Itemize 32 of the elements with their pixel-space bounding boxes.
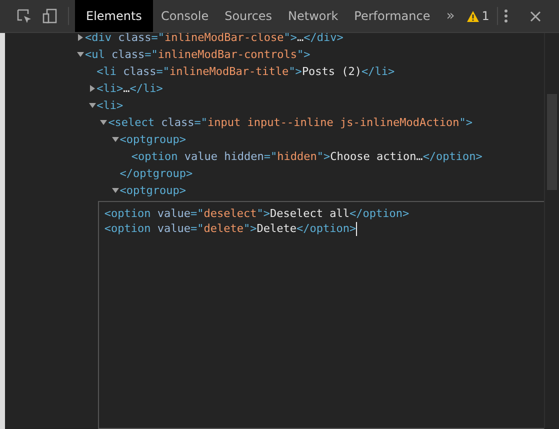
code-line: <li>	[96, 99, 124, 112]
device-icon[interactable]	[42, 8, 58, 24]
code-line: <select class="input input--inline js-inlineModAction">	[108, 116, 472, 129]
panel-tab[interactable]: Elements	[75, 0, 153, 32]
code-line: <ul class="inlineModBar-controls">	[85, 48, 310, 61]
code-line: </optgroup>	[120, 167, 193, 180]
code-line: <optgroup>	[120, 133, 186, 146]
more-tabs-button[interactable]: »	[440, 8, 461, 24]
panel-tab[interactable]: Sources	[216, 0, 280, 32]
expanded-arrow-icon[interactable]	[88, 102, 96, 109]
panel-tab[interactable]: Performance	[346, 0, 438, 32]
warnings-button[interactable]: 1	[460, 9, 498, 23]
expanded-arrow-icon[interactable]	[112, 187, 119, 194]
scrollbar[interactable]	[544, 33, 559, 429]
expanded-arrow-icon[interactable]	[77, 51, 84, 58]
inspect-icon[interactable]	[16, 8, 32, 24]
code-line: <option value="delete">Delete</option>	[104, 221, 356, 236]
collapsed-arrow-icon[interactable]	[77, 34, 84, 41]
code-line: <li class="inlineModBar-title">Posts (2)</li>	[96, 65, 395, 78]
panel-tab[interactable]: Network	[280, 0, 346, 32]
expanded-arrow-icon[interactable]	[100, 119, 108, 126]
code-line: <option value hidden="hidden">Choose action…</option>	[131, 150, 482, 163]
code-line: <option value="deselect">Deselect all</option>	[104, 206, 410, 221]
warning-icon	[466, 10, 479, 22]
html-edit-box[interactable]: <option value="deselect">Deselect all</option> <option value="delete">Delete</option>	[98, 201, 544, 429]
collapsed-arrow-icon[interactable]	[88, 85, 96, 92]
expanded-arrow-icon[interactable]	[112, 136, 119, 143]
panel-tab[interactable]: Console	[152, 0, 217, 32]
more-options-icon[interactable]	[504, 9, 508, 23]
close-icon[interactable]	[530, 10, 542, 22]
code-line: <li>…</li>	[96, 82, 163, 95]
code-line: <optgroup>	[120, 184, 186, 197]
